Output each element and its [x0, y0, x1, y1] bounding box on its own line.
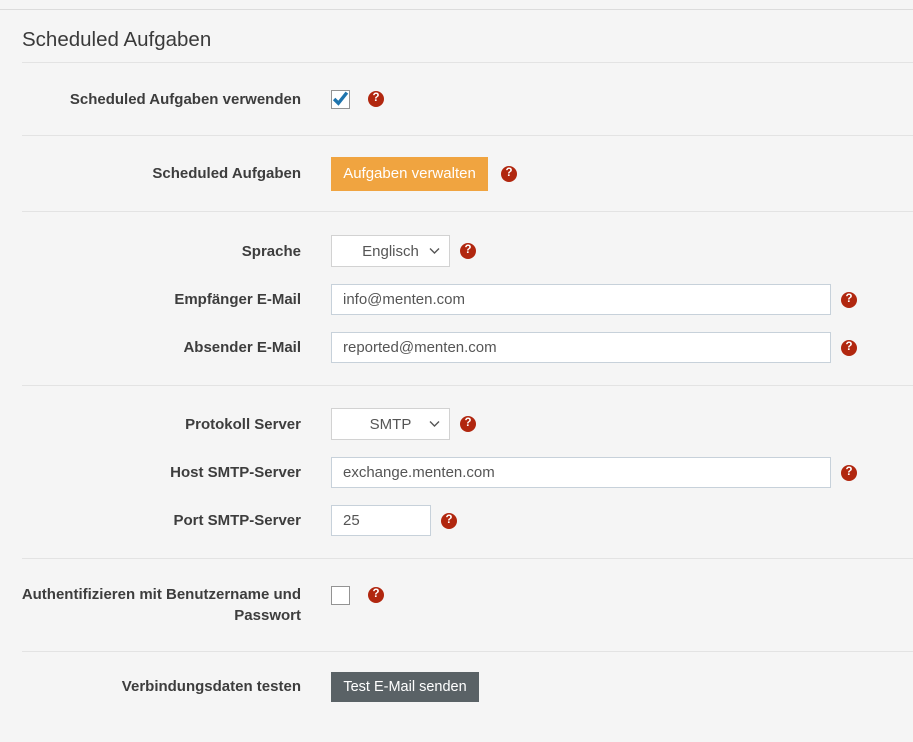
authenticate-label: Authentifizieren mit Benutzername und Pa… [0, 584, 301, 626]
smtp-port-row: Port SMTP-Server ? [0, 505, 913, 536]
page-title: Scheduled Aufgaben [22, 30, 913, 50]
help-icon[interactable]: ? [841, 340, 857, 356]
test-connection-control: Test E-Mail senden [331, 672, 479, 702]
help-icon[interactable]: ? [841, 292, 857, 308]
help-icon[interactable]: ? [368, 91, 384, 107]
language-label: Sprache [0, 241, 301, 262]
test-connection-row: Verbindungsdaten testen Test E-Mail send… [0, 652, 913, 721]
smtp-host-control: ? [331, 457, 857, 488]
smtp-host-input[interactable] [331, 457, 831, 488]
use-scheduled-label: Scheduled Aufgaben verwenden [0, 89, 301, 110]
recipient-email-input[interactable] [331, 284, 831, 315]
smtp-host-label: Host SMTP-Server [0, 462, 301, 483]
smtp-port-label: Port SMTP-Server [0, 510, 301, 531]
manage-tasks-row: Scheduled Aufgaben Aufgaben verwalten ? [0, 136, 913, 211]
mail-settings-group: Sprache Englisch ? Empfänger E-Mail ? Ab… [0, 212, 913, 385]
authenticate-checkbox[interactable] [331, 586, 350, 605]
sender-email-input[interactable] [331, 332, 831, 363]
test-email-button[interactable]: Test E-Mail senden [331, 672, 479, 702]
language-control: Englisch ? [331, 235, 476, 267]
use-scheduled-row: Scheduled Aufgaben verwenden ? [0, 63, 913, 135]
server-settings-group: Protokoll Server SMTP ? Host SMTP-Server… [0, 386, 913, 558]
checkmark-icon [332, 91, 349, 107]
sender-email-row: Absender E-Mail ? [0, 332, 913, 363]
protocol-control: SMTP ? [331, 408, 476, 440]
recipient-email-control: ? [331, 284, 857, 315]
manage-tasks-control: Aufgaben verwalten ? [331, 157, 517, 191]
protocol-select[interactable]: SMTP [331, 408, 450, 440]
protocol-row: Protokoll Server SMTP ? [0, 408, 913, 440]
chevron-down-icon [429, 248, 440, 255]
language-select-value: Englisch [362, 243, 419, 260]
use-scheduled-control: ? [331, 90, 384, 109]
help-icon[interactable]: ? [368, 587, 384, 603]
help-icon[interactable]: ? [460, 243, 476, 259]
authenticate-control: ? [331, 584, 384, 605]
page-header: Scheduled Aufgaben [0, 10, 913, 62]
smtp-port-input[interactable] [331, 505, 431, 536]
help-icon[interactable]: ? [441, 513, 457, 529]
smtp-host-row: Host SMTP-Server ? [0, 457, 913, 488]
protocol-label: Protokoll Server [0, 414, 301, 435]
test-connection-label: Verbindungsdaten testen [0, 676, 301, 697]
language-select[interactable]: Englisch [331, 235, 450, 267]
manage-tasks-button[interactable]: Aufgaben verwalten [331, 157, 488, 191]
manage-tasks-label: Scheduled Aufgaben [0, 163, 301, 184]
help-icon[interactable]: ? [501, 166, 517, 182]
recipient-email-row: Empfänger E-Mail ? [0, 284, 913, 315]
smtp-port-control: ? [331, 505, 457, 536]
use-scheduled-checkbox[interactable] [331, 90, 350, 109]
chevron-down-icon [429, 421, 440, 428]
help-icon[interactable]: ? [460, 416, 476, 432]
help-icon[interactable]: ? [841, 465, 857, 481]
authenticate-row: Authentifizieren mit Benutzername und Pa… [0, 559, 913, 651]
sender-email-control: ? [331, 332, 857, 363]
protocol-select-value: SMTP [370, 416, 412, 433]
recipient-email-label: Empfänger E-Mail [0, 289, 301, 310]
language-row: Sprache Englisch ? [0, 235, 913, 267]
sender-email-label: Absender E-Mail [0, 337, 301, 358]
